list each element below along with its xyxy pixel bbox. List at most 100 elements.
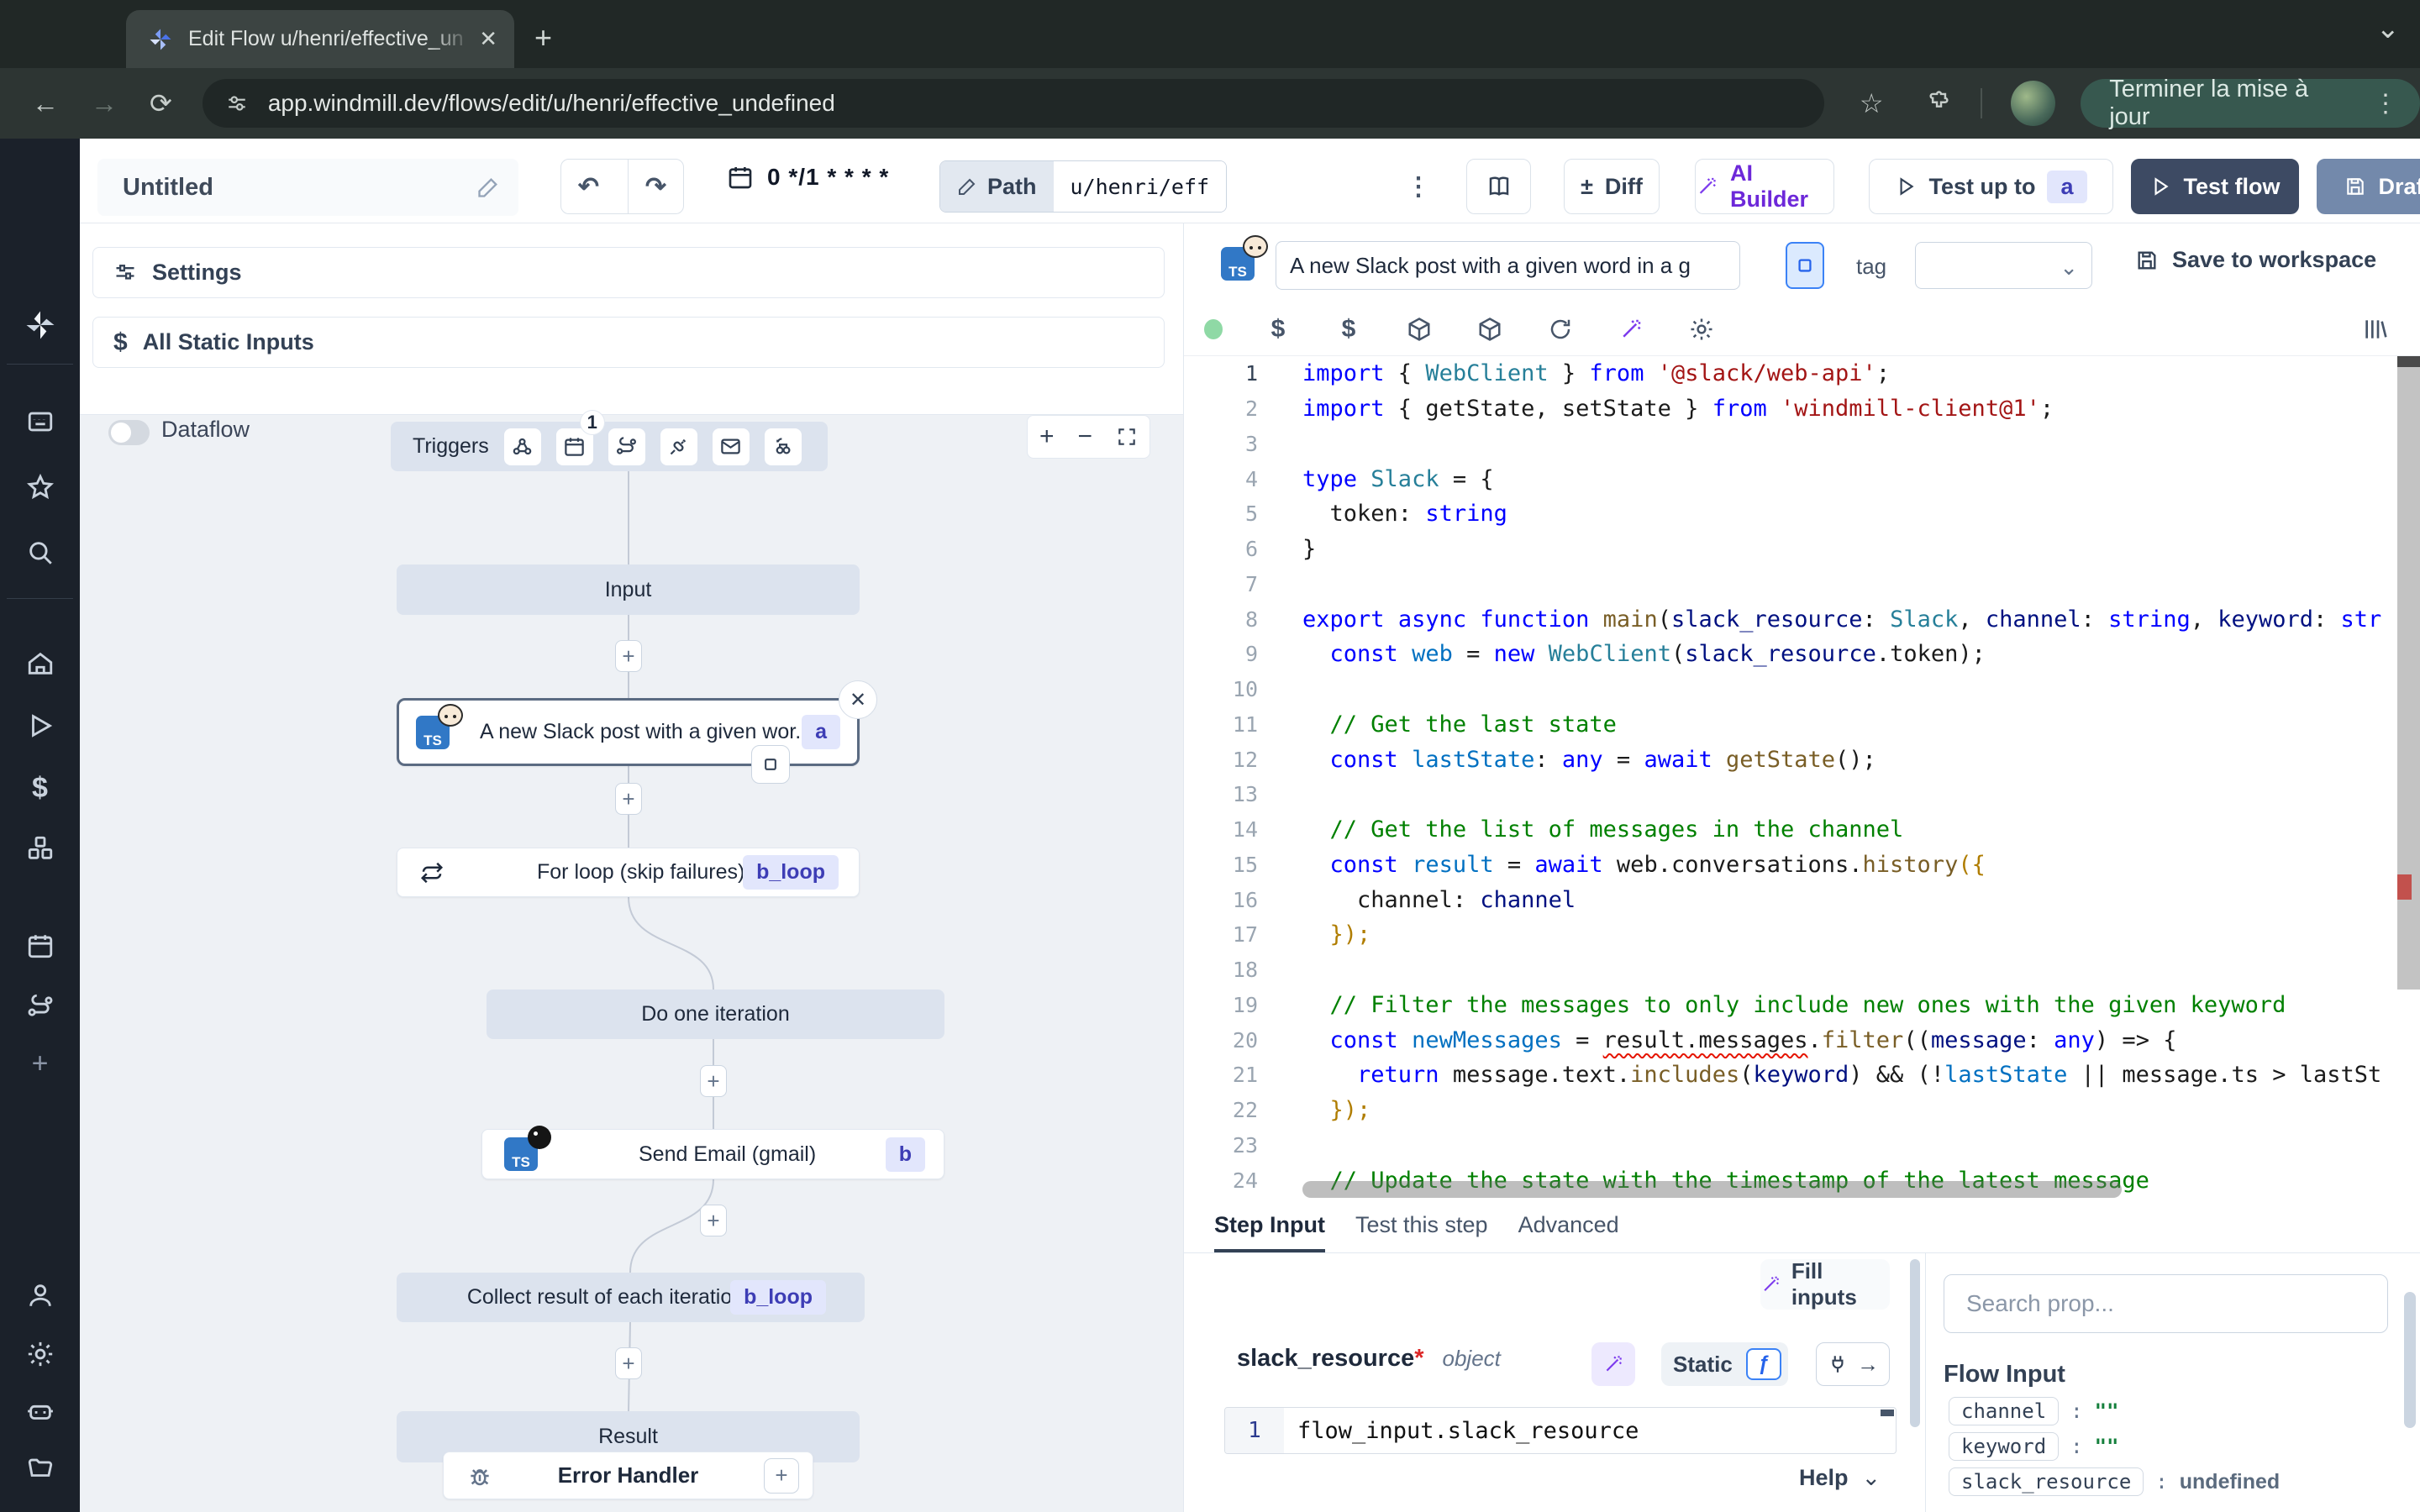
expression-input[interactable]: 1 flow_input.slack_resource [1224,1407,1897,1454]
reload-script-icon[interactable] [1525,317,1596,342]
docs-button[interactable] [1466,159,1531,214]
tab-step-input[interactable]: Step Input [1214,1198,1325,1252]
save-to-workspace-button[interactable]: Save to workspace [2135,247,2376,273]
help-toggle[interactable]: Help⌄ [1799,1465,1881,1491]
add-step-button[interactable]: + [700,1065,727,1097]
undo-button[interactable]: ↶ [561,160,616,213]
forward-icon[interactable]: → [91,88,118,119]
tab-advanced[interactable]: Advanced [1518,1198,1619,1252]
do-one-iteration-node[interactable]: Do one iteration [487,990,944,1039]
flow-canvas[interactable]: Dataflow + − Triggers 1 [80,414,1183,1512]
expand-editor-button[interactable] [1786,242,1824,289]
ai-wand-icon[interactable] [1596,317,1666,342]
dataflow-toggle[interactable] [108,420,150,445]
add-error-handler-icon[interactable]: + [764,1458,799,1494]
extensions-icon[interactable] [1928,91,1953,116]
test-flow-button[interactable]: Test flow [2131,159,2299,214]
address-bar[interactable]: app.windmill.dev/flows/edit/u/henri/effe… [203,79,1824,128]
sidebar-item-users[interactable] [0,1281,80,1310]
sidebar-item-home[interactable] [0,649,80,678]
stop-after-icon[interactable] [751,745,790,784]
diff-button[interactable]: ± Diff [1564,159,1660,214]
variables-icon[interactable]: $ [1243,315,1313,344]
more-options-icon[interactable]: ⋮ [1406,160,1431,213]
send-email-node[interactable]: TS Send Email (gmail) b [481,1129,944,1179]
redo-button[interactable]: ↷ [628,160,683,213]
flow-settings-row[interactable]: Settings [92,247,1165,298]
draft-button[interactable]: Draft [2317,159,2420,214]
schedule-summary[interactable]: 0 */1 * * * * [727,164,889,191]
tab-test-this-step[interactable]: Test this step [1355,1198,1488,1252]
package2-icon[interactable] [1455,317,1525,342]
horizontal-scrollbar[interactable] [1302,1181,2122,1198]
search-prop-input[interactable]: Search prop... [1944,1274,2388,1333]
sidebar-item-routes[interactable] [0,992,80,1021]
new-tab-button[interactable]: + [534,20,552,55]
add-step-button[interactable]: + [615,783,642,815]
flow-input-prop[interactable]: slack_resource : undefined [1949,1467,2280,1497]
profile-avatar[interactable] [2011,81,2055,126]
sidebar-item-add[interactable]: + [0,1047,80,1080]
path-chip[interactable]: Path u/henri/eff [939,160,1227,213]
sidebar-item-workspace[interactable] [0,407,80,436]
ai-fill-button[interactable] [1591,1342,1635,1386]
email-trigger-icon[interactable] [713,428,750,465]
sidebar-item-runs[interactable] [0,711,80,740]
flow-name-input[interactable]: Untitled [97,159,518,216]
schedule-trigger-icon[interactable]: 1 [556,428,593,465]
windmill-logo-icon[interactable] [0,307,80,344]
vertical-scrollbar[interactable] [2397,356,2420,1198]
collect-result-node[interactable]: Collect result of each iteration b_loop [397,1273,865,1322]
library-icon[interactable] [2328,316,2420,343]
sidebar-item-schedules[interactable] [0,932,80,960]
remove-step-icon[interactable]: ✕ [839,680,877,719]
triggers-node[interactable]: Triggers 1 [391,422,828,471]
panel-scrollbar[interactable] [1910,1259,1920,1427]
tab-close-icon[interactable]: ✕ [479,26,497,52]
window-chevron-icon[interactable]: ⌄ [2376,12,2401,45]
tag-select[interactable]: ⌄ [1915,242,2092,289]
browser-menu-icon[interactable]: ⋮ [2373,89,2398,118]
browser-tab[interactable]: Edit Flow u/henri/effective_un ✕ [126,10,514,68]
browser-update-button[interactable]: Terminer la mise à jour ⋮ [2081,79,2420,128]
route-trigger-icon[interactable] [608,428,645,465]
flow-input-prop[interactable]: keyword : "" [1949,1431,2119,1462]
flow-input-prop[interactable]: channel : "" [1949,1396,2119,1426]
add-step-button[interactable]: + [700,1205,727,1236]
package-icon[interactable] [1384,317,1455,342]
sidebar-item-search[interactable] [0,538,80,567]
add-step-button[interactable]: + [615,1347,642,1379]
fill-inputs-button[interactable]: Fill inputs [1760,1259,1890,1310]
fit-view-icon[interactable] [1116,426,1138,448]
sidebar-item-workers[interactable] [0,1397,80,1425]
error-handler-node[interactable]: Error Handler + [443,1452,813,1499]
kafka-trigger-icon[interactable] [765,428,802,465]
sidebar-item-folders[interactable] [0,1454,80,1483]
step-summary-input[interactable]: A new Slack post with a given word in a … [1276,241,1740,290]
step-a-node[interactable]: TS A new Slack post with a given wor... … [397,698,860,766]
sidebar-item-variables[interactable]: $ [0,772,80,805]
script-settings-icon[interactable] [1666,317,1737,342]
connect-input-button[interactable]: → [1816,1342,1890,1386]
site-info-icon[interactable] [226,92,248,114]
bookmark-star-icon[interactable]: ☆ [1860,87,1884,119]
zoom-out-icon[interactable]: − [1077,423,1092,451]
ai-builder-button[interactable]: AI Builder [1695,159,1834,214]
static-toggle[interactable]: Static ƒ [1661,1342,1788,1386]
zoom-in-icon[interactable]: + [1039,423,1055,451]
websocket-trigger-icon[interactable] [660,428,697,465]
back-icon[interactable]: ← [32,88,59,119]
sidebar-item-settings[interactable] [0,1340,80,1368]
code-editor[interactable]: 1import { WebClient } from '@slack/web-a… [1184,356,2420,1198]
reload-icon[interactable]: ⟳ [150,87,172,119]
edit-pencil-icon[interactable] [476,176,500,199]
test-up-to-button[interactable]: Test up to a [1869,159,2113,214]
add-step-button[interactable]: + [615,640,642,672]
resources-dollar-icon[interactable]: $ [1313,315,1384,344]
for-loop-node[interactable]: For loop (skip failures) b_loop [397,848,860,897]
javascript-expression-toggle[interactable]: ƒ [1746,1348,1781,1380]
sidebar-item-favorites[interactable] [0,473,80,501]
input-node[interactable]: Input [397,564,860,615]
webhook-trigger-icon[interactable] [504,428,541,465]
prop-scrollbar[interactable] [2404,1292,2416,1428]
